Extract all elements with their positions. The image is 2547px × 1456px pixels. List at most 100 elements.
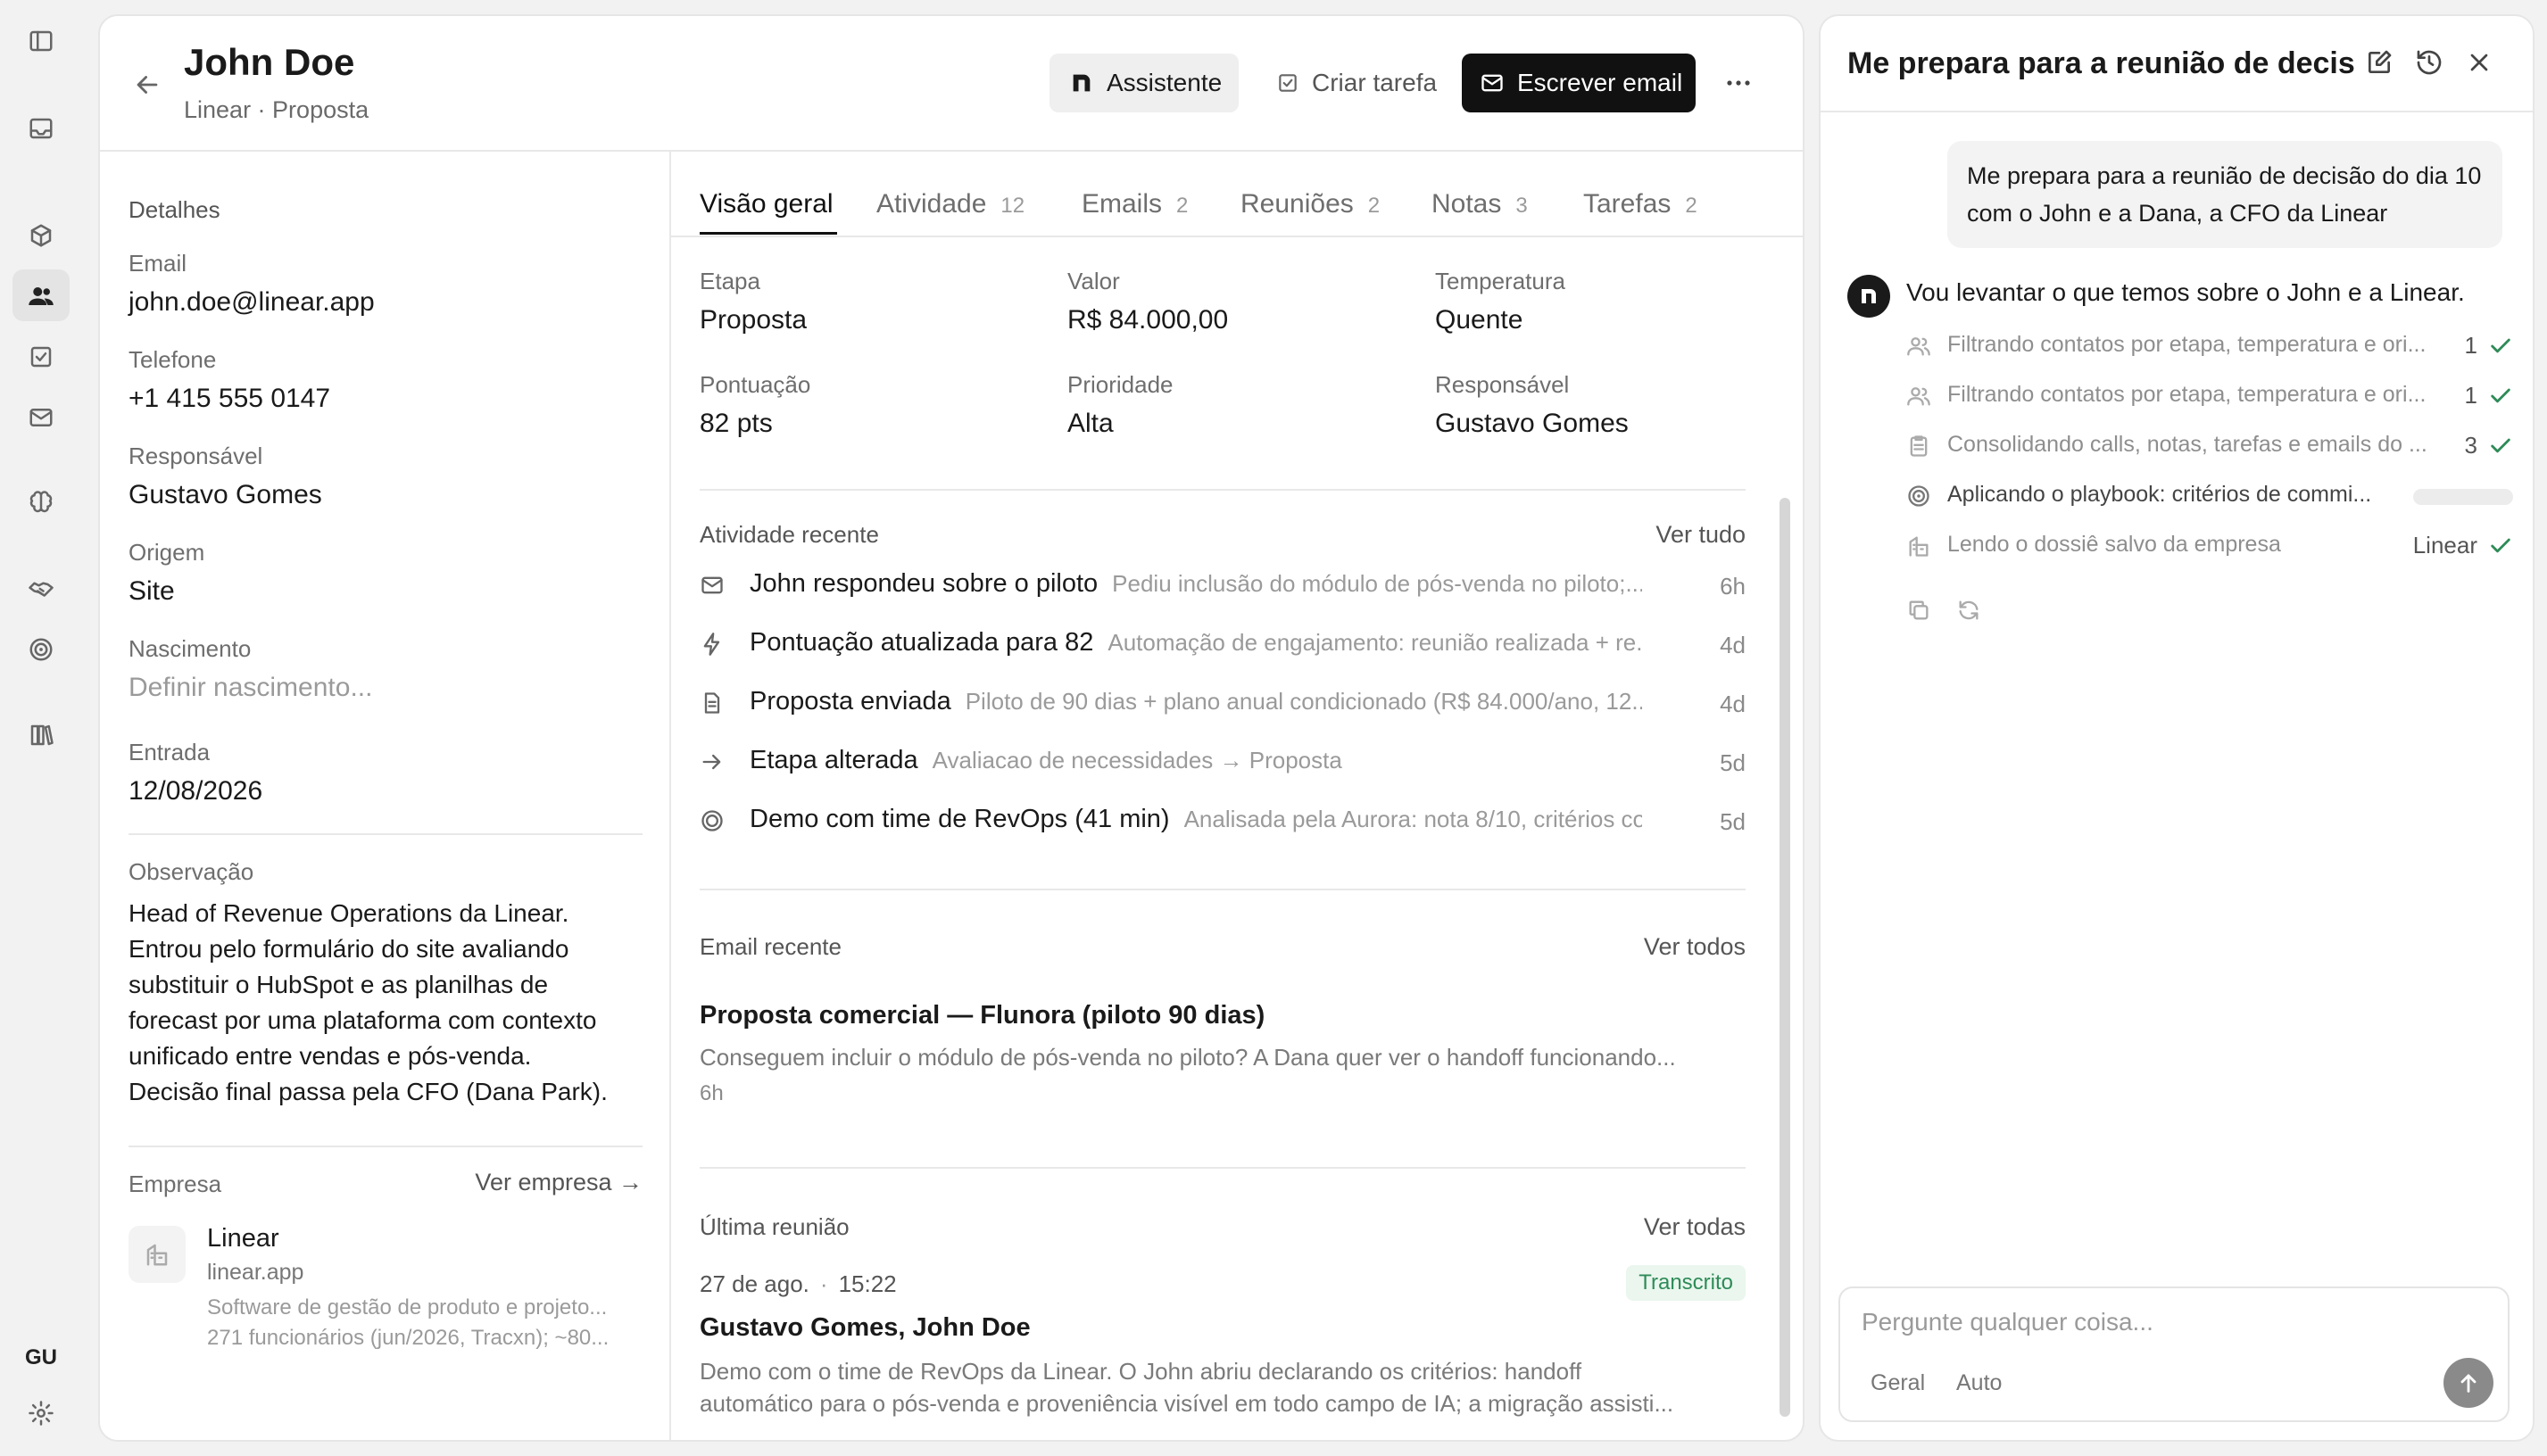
meeting-item[interactable]: 27 de ago. · 15:22 Transcrito Gustavo Gome… — [700, 1265, 1746, 1435]
tab-label: Reuniões — [1240, 189, 1354, 219]
overview-panel: Etapa Proposta Valor R$ 84.000,00 Temper… — [700, 253, 1746, 1440]
activity-title: Pontuação atualizada para 82 — [750, 628, 1094, 657]
stat-priority[interactable]: Alta — [1067, 409, 1114, 439]
activity-age: 5d — [1720, 749, 1746, 776]
activity-row[interactable]: Pontuação atualizada para 82 Automação de… — [700, 625, 1746, 669]
target-icon[interactable] — [25, 633, 57, 666]
divider — [129, 1146, 643, 1147]
tab-meetings[interactable]: Reuniões 2 — [1240, 189, 1380, 219]
users-icon — [1906, 384, 1931, 409]
entry-label: Entrada — [129, 739, 211, 765]
note-text[interactable]: Head of Revenue Operations da Linear. En… — [129, 896, 608, 1110]
company-description: Software de gestão de produto e projeto.… — [207, 1295, 608, 1320]
tab-notes[interactable]: Notas 3 — [1431, 189, 1528, 219]
target-icon — [1906, 484, 1931, 509]
copy-icon[interactable] — [1906, 598, 1931, 623]
birthday-field[interactable]: Definir nascimento... — [129, 673, 372, 703]
activity-age: 4d — [1720, 632, 1746, 658]
model-selector[interactable]: Auto — [1956, 1370, 2002, 1396]
step-row[interactable]: Filtrando contatos por etapa, temperatur… — [1906, 328, 2513, 364]
activity-row[interactable]: John respondeu sobre o piloto Pediu inclu… — [700, 566, 1746, 610]
meeting-datetime: 27 de ago. · 15:22 — [700, 1270, 897, 1297]
phone-value[interactable]: +1 415 555 0147 — [129, 384, 330, 414]
create-task-button[interactable]: Criar tarefa — [1276, 54, 1437, 112]
inbox-icon[interactable] — [25, 112, 57, 145]
assistant-logo-icon — [1858, 285, 1879, 307]
new-chat-icon[interactable] — [2365, 48, 2394, 77]
active-tab-underline — [700, 232, 837, 235]
brain-icon[interactable] — [25, 487, 57, 519]
stat-label: Valor — [1067, 268, 1120, 294]
mode-selector[interactable]: Geral — [1871, 1370, 1925, 1396]
regenerate-icon[interactable] — [1956, 598, 1981, 623]
user-avatar[interactable]: GU — [21, 1338, 61, 1377]
email-value[interactable]: john.doe@linear.app — [129, 287, 375, 318]
stat-owner[interactable]: Gustavo Gomes — [1435, 409, 1629, 439]
check-icon — [2488, 434, 2513, 459]
activity-detail: Piloto de 90 dias + plano anual condicio… — [965, 688, 1642, 715]
activity-row[interactable]: Proposta enviada Piloto de 90 dias + plan… — [700, 683, 1746, 728]
mail-icon[interactable] — [25, 401, 57, 434]
entry-value[interactable]: 12/08/2026 — [129, 776, 262, 807]
view-company-link[interactable]: Ver empresa → — [475, 1169, 643, 1196]
stat-value[interactable]: R$ 84.000,00 — [1067, 305, 1228, 335]
step-row[interactable]: Aplicando o playbook: critérios de commi… — [1906, 478, 2513, 514]
company-name[interactable]: Linear — [207, 1224, 279, 1253]
step-text: Consolidando calls, notas, tarefas e ema… — [1947, 432, 2427, 457]
stat-label: Responsável — [1435, 371, 1570, 398]
contact-name: John Doe — [184, 41, 355, 83]
close-icon[interactable] — [2465, 48, 2493, 77]
more-options-icon[interactable] — [1719, 70, 1758, 96]
tab-emails[interactable]: Emails 2 — [1082, 189, 1188, 219]
tasks-icon[interactable] — [25, 341, 57, 373]
activity-list: John respondeu sobre o piloto Pediu inclu… — [700, 566, 1746, 835]
tab-activity[interactable]: Atividade 12 — [876, 189, 1025, 219]
tab-overview[interactable]: Visão geral — [700, 189, 834, 219]
origin-value[interactable]: Site — [129, 576, 175, 607]
contacts-icon[interactable] — [25, 280, 57, 312]
document-icon — [700, 691, 725, 716]
activity-age: 4d — [1720, 691, 1746, 717]
arrow-right-icon — [700, 749, 725, 774]
assistant-avatar — [1847, 275, 1890, 318]
owner-value[interactable]: Gustavo Gomes — [129, 480, 322, 510]
scrollbar[interactable] — [1780, 498, 1790, 1417]
view-all-activity-link[interactable]: Ver tudo — [1655, 521, 1746, 549]
write-email-button[interactable]: Escrever email — [1462, 54, 1696, 112]
view-all-meetings-link[interactable]: Ver todas — [1564, 1213, 1746, 1241]
recent-email-item[interactable]: Proposta comercial — Flunora (piloto 90 … — [700, 1001, 1746, 1117]
tab-tasks[interactable]: Tarefas 2 — [1583, 189, 1697, 219]
step-row[interactable]: Consolidando calls, notas, tarefas e ema… — [1906, 428, 2513, 464]
history-icon[interactable] — [2415, 48, 2443, 77]
step-row[interactable]: Lendo o dossiê salvo da empresa Linear — [1906, 528, 2513, 564]
activity-row[interactable]: Demo com time de RevOps (41 min) Analisad… — [700, 801, 1746, 846]
send-button[interactable] — [2443, 1358, 2493, 1408]
email-subject: Proposta comercial — Flunora (piloto 90 … — [700, 1001, 1265, 1030]
email-age: 6h — [700, 1081, 724, 1105]
mail-icon — [700, 573, 725, 598]
handshake-icon[interactable] — [25, 573, 57, 605]
view-all-emails-link[interactable]: Ver todos — [1564, 933, 1746, 961]
back-arrow-icon[interactable] — [132, 70, 168, 105]
checkbox-icon — [1276, 71, 1299, 95]
stat-temperature[interactable]: Quente — [1435, 305, 1522, 335]
assistant-logo-icon — [1069, 70, 1094, 95]
settings-icon[interactable] — [25, 1397, 57, 1429]
activity-row[interactable]: Etapa alterada Avaliacao de necessidades … — [700, 742, 1746, 787]
sidebar-toggle-icon[interactable] — [25, 25, 57, 57]
stat-stage[interactable]: Proposta — [700, 305, 807, 335]
tab-count: 2 — [1367, 194, 1381, 218]
activity-age: 6h — [1720, 573, 1746, 600]
note-line: substituir o HubSpot e as planilhas de — [129, 971, 549, 998]
assistant-button[interactable]: Assistente — [1049, 54, 1239, 112]
step-row[interactable]: Filtrando contatos por etapa, temperatur… — [1906, 378, 2513, 414]
note-line: Decisão final passa pela CFO (Dana Park)… — [129, 1078, 608, 1105]
company-logo[interactable] — [129, 1226, 186, 1283]
bolt-icon — [700, 632, 725, 657]
stat-score[interactable]: 82 pts — [700, 409, 773, 439]
clipboard-icon — [1906, 434, 1931, 459]
chat-input[interactable]: Pergunte qualquer coisa... — [1862, 1308, 2153, 1336]
library-icon[interactable] — [25, 719, 57, 751]
cube-icon[interactable] — [25, 219, 57, 252]
activity-age: 5d — [1720, 808, 1746, 835]
